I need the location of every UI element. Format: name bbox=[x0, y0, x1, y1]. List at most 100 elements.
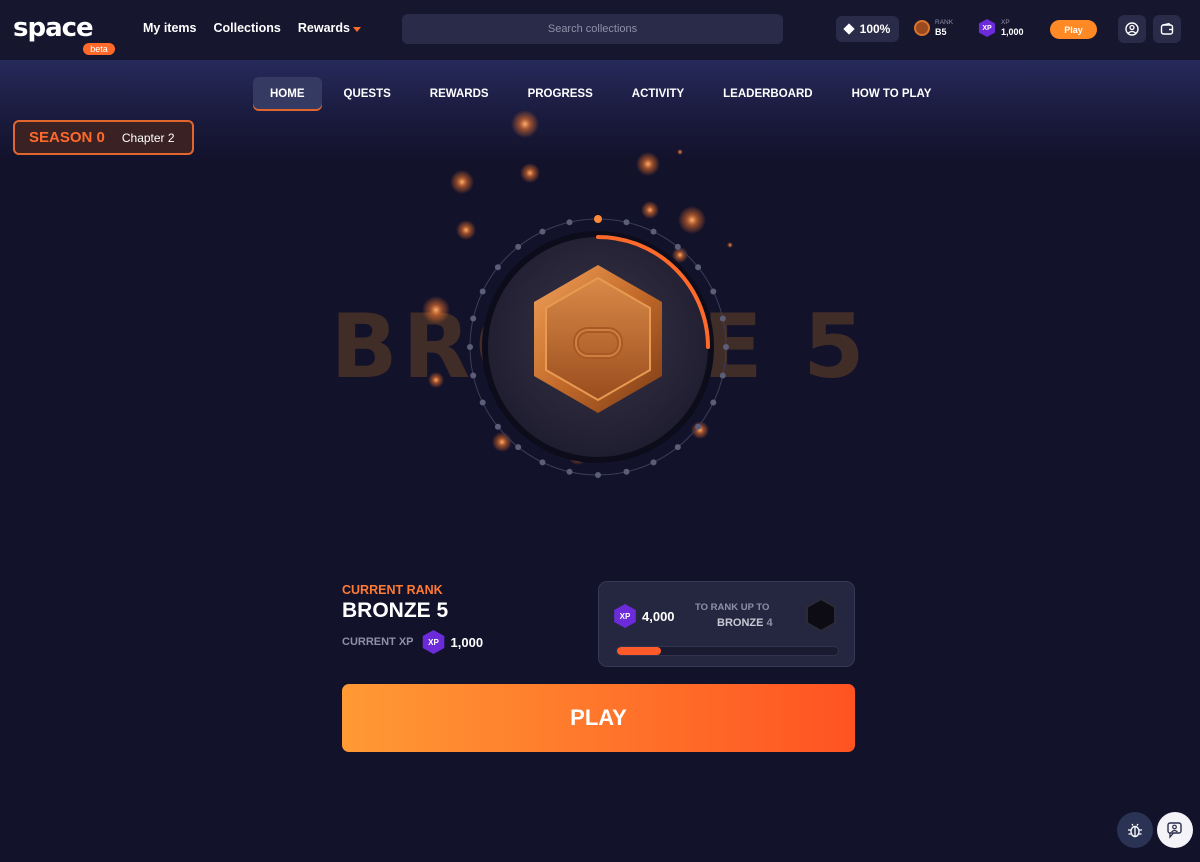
season-badge[interactable]: SEASON 0 Chapter 2 bbox=[13, 120, 194, 155]
ring-dot bbox=[650, 459, 657, 466]
space-logo[interactable]: space beta bbox=[13, 13, 115, 55]
xp-icon: XP bbox=[422, 630, 445, 654]
glow-spark bbox=[428, 372, 444, 388]
diamond-icon bbox=[842, 23, 855, 35]
ring-dot bbox=[494, 264, 501, 271]
glow-spark bbox=[450, 170, 474, 194]
glow-spark bbox=[641, 201, 659, 219]
glow-spark bbox=[511, 110, 539, 138]
profile-button[interactable] bbox=[1118, 15, 1146, 43]
tab-activity[interactable]: ACTIVITY bbox=[615, 77, 701, 111]
rank-stat[interactable]: RANK B5 bbox=[914, 19, 953, 37]
ring-dot bbox=[539, 459, 546, 466]
wallet-icon bbox=[1160, 22, 1174, 35]
next-rank-progress-fill bbox=[617, 647, 662, 655]
next-rank-badge-icon bbox=[806, 597, 836, 633]
rank-label: RANK bbox=[935, 19, 954, 26]
next-rank-number: 4 bbox=[766, 617, 773, 629]
xp-label: XP bbox=[1001, 19, 1010, 26]
play-button[interactable]: PLAY bbox=[342, 684, 855, 752]
next-rank-progress-bar bbox=[616, 646, 839, 656]
ring-dot bbox=[723, 344, 729, 350]
ring-dot bbox=[539, 228, 546, 235]
tab-rewards[interactable]: REWARDS bbox=[413, 77, 506, 111]
next-rank-xp: XP 4,000 bbox=[613, 604, 675, 628]
nav-rewards[interactable]: Rewards bbox=[298, 21, 361, 35]
xp-value: 1,000 bbox=[1001, 27, 1024, 37]
ring-dot bbox=[566, 468, 573, 475]
nav-my-items[interactable]: My items bbox=[143, 21, 197, 35]
ring-dot bbox=[719, 315, 726, 322]
ring-dot bbox=[566, 219, 573, 226]
ring-dot bbox=[674, 444, 681, 451]
tab-progress[interactable]: PROGRESS bbox=[511, 77, 610, 111]
glow-spark bbox=[677, 149, 683, 155]
current-xp-row: CURRENT XP XP 1,000 bbox=[342, 630, 483, 654]
section-tabs: HOME QUESTS REWARDS PROGRESS ACTIVITY LE… bbox=[253, 77, 953, 111]
xp-icon: XP bbox=[614, 604, 636, 628]
rank-badge-icon bbox=[914, 20, 930, 36]
ring-dot bbox=[467, 344, 473, 350]
season-chapter: Chapter 2 bbox=[121, 130, 175, 145]
ring-dot bbox=[470, 315, 477, 322]
chevron-down-icon bbox=[352, 26, 361, 32]
rank-emblem bbox=[422, 110, 733, 478]
ring-dot bbox=[710, 399, 717, 406]
nav-collections[interactable]: Collections bbox=[214, 21, 281, 35]
current-xp-label: CURRENT XP bbox=[342, 636, 414, 648]
ring-dot bbox=[695, 423, 702, 430]
ring-dot bbox=[719, 372, 726, 379]
season-title: SEASON 0 bbox=[29, 129, 105, 146]
bug-report-button[interactable] bbox=[1117, 812, 1153, 848]
next-rank-word: BRONZE bbox=[717, 617, 764, 629]
support-button[interactable] bbox=[1157, 812, 1193, 848]
support-icon bbox=[1167, 822, 1182, 839]
play-header-button[interactable]: Play bbox=[1050, 20, 1097, 39]
glow-spark bbox=[520, 163, 540, 183]
ring-dot bbox=[623, 468, 630, 475]
xp-icon: XP bbox=[978, 19, 996, 37]
beta-badge: beta bbox=[83, 43, 115, 55]
ring-dot bbox=[515, 444, 522, 451]
next-rank-card: XP 4,000 TO RANK UP TO BRONZE 4 bbox=[598, 581, 855, 667]
ring-dot bbox=[710, 288, 717, 295]
ring-dot bbox=[594, 215, 602, 223]
xp-stat[interactable]: XP XP 1,000 bbox=[978, 19, 1024, 37]
user-icon bbox=[1125, 22, 1139, 36]
tab-quests[interactable]: QUESTS bbox=[327, 77, 408, 111]
completion-pill[interactable]: 100% bbox=[836, 16, 899, 42]
bug-icon bbox=[1128, 823, 1142, 838]
ring-dot bbox=[595, 472, 601, 478]
current-rank-name: BRONZE 5 bbox=[342, 599, 449, 622]
nav-rewards-label: Rewards bbox=[297, 21, 350, 35]
ring-dot bbox=[470, 372, 477, 379]
ring-dot bbox=[623, 219, 630, 226]
ring-dot bbox=[515, 243, 522, 250]
tab-leaderboard[interactable]: LEADERBOARD bbox=[706, 77, 829, 111]
current-xp-value: 1,000 bbox=[450, 634, 484, 650]
tab-home[interactable]: HOME bbox=[253, 77, 322, 111]
glow-spark bbox=[492, 432, 512, 452]
next-rank-name: BRONZE 4 bbox=[717, 617, 773, 629]
glow-spark bbox=[727, 242, 733, 248]
glow-spark bbox=[678, 206, 706, 234]
tab-how-to-play[interactable]: HOW TO PLAY bbox=[835, 77, 949, 111]
next-rank-label: TO RANK UP TO bbox=[695, 602, 770, 613]
rank-value: B5 bbox=[935, 27, 947, 37]
completion-value: 100% bbox=[859, 22, 891, 36]
ring-dot bbox=[674, 243, 681, 250]
ring-dot bbox=[479, 399, 486, 406]
ring-dot bbox=[695, 264, 702, 271]
search-input[interactable] bbox=[402, 14, 783, 44]
ring-dot bbox=[479, 288, 486, 295]
logo-text: space bbox=[13, 13, 94, 43]
wallet-button[interactable] bbox=[1153, 15, 1181, 43]
main-nav: My items Collections Rewards bbox=[143, 21, 378, 35]
ring-dot bbox=[650, 228, 657, 235]
ring-dot bbox=[494, 423, 501, 430]
glow-spark bbox=[636, 152, 660, 176]
next-rank-xp-value: 4,000 bbox=[642, 608, 675, 624]
glow-spark bbox=[456, 220, 476, 240]
glow-spark bbox=[422, 296, 450, 324]
top-bar: space beta My items Collections Rewards … bbox=[0, 0, 1200, 60]
